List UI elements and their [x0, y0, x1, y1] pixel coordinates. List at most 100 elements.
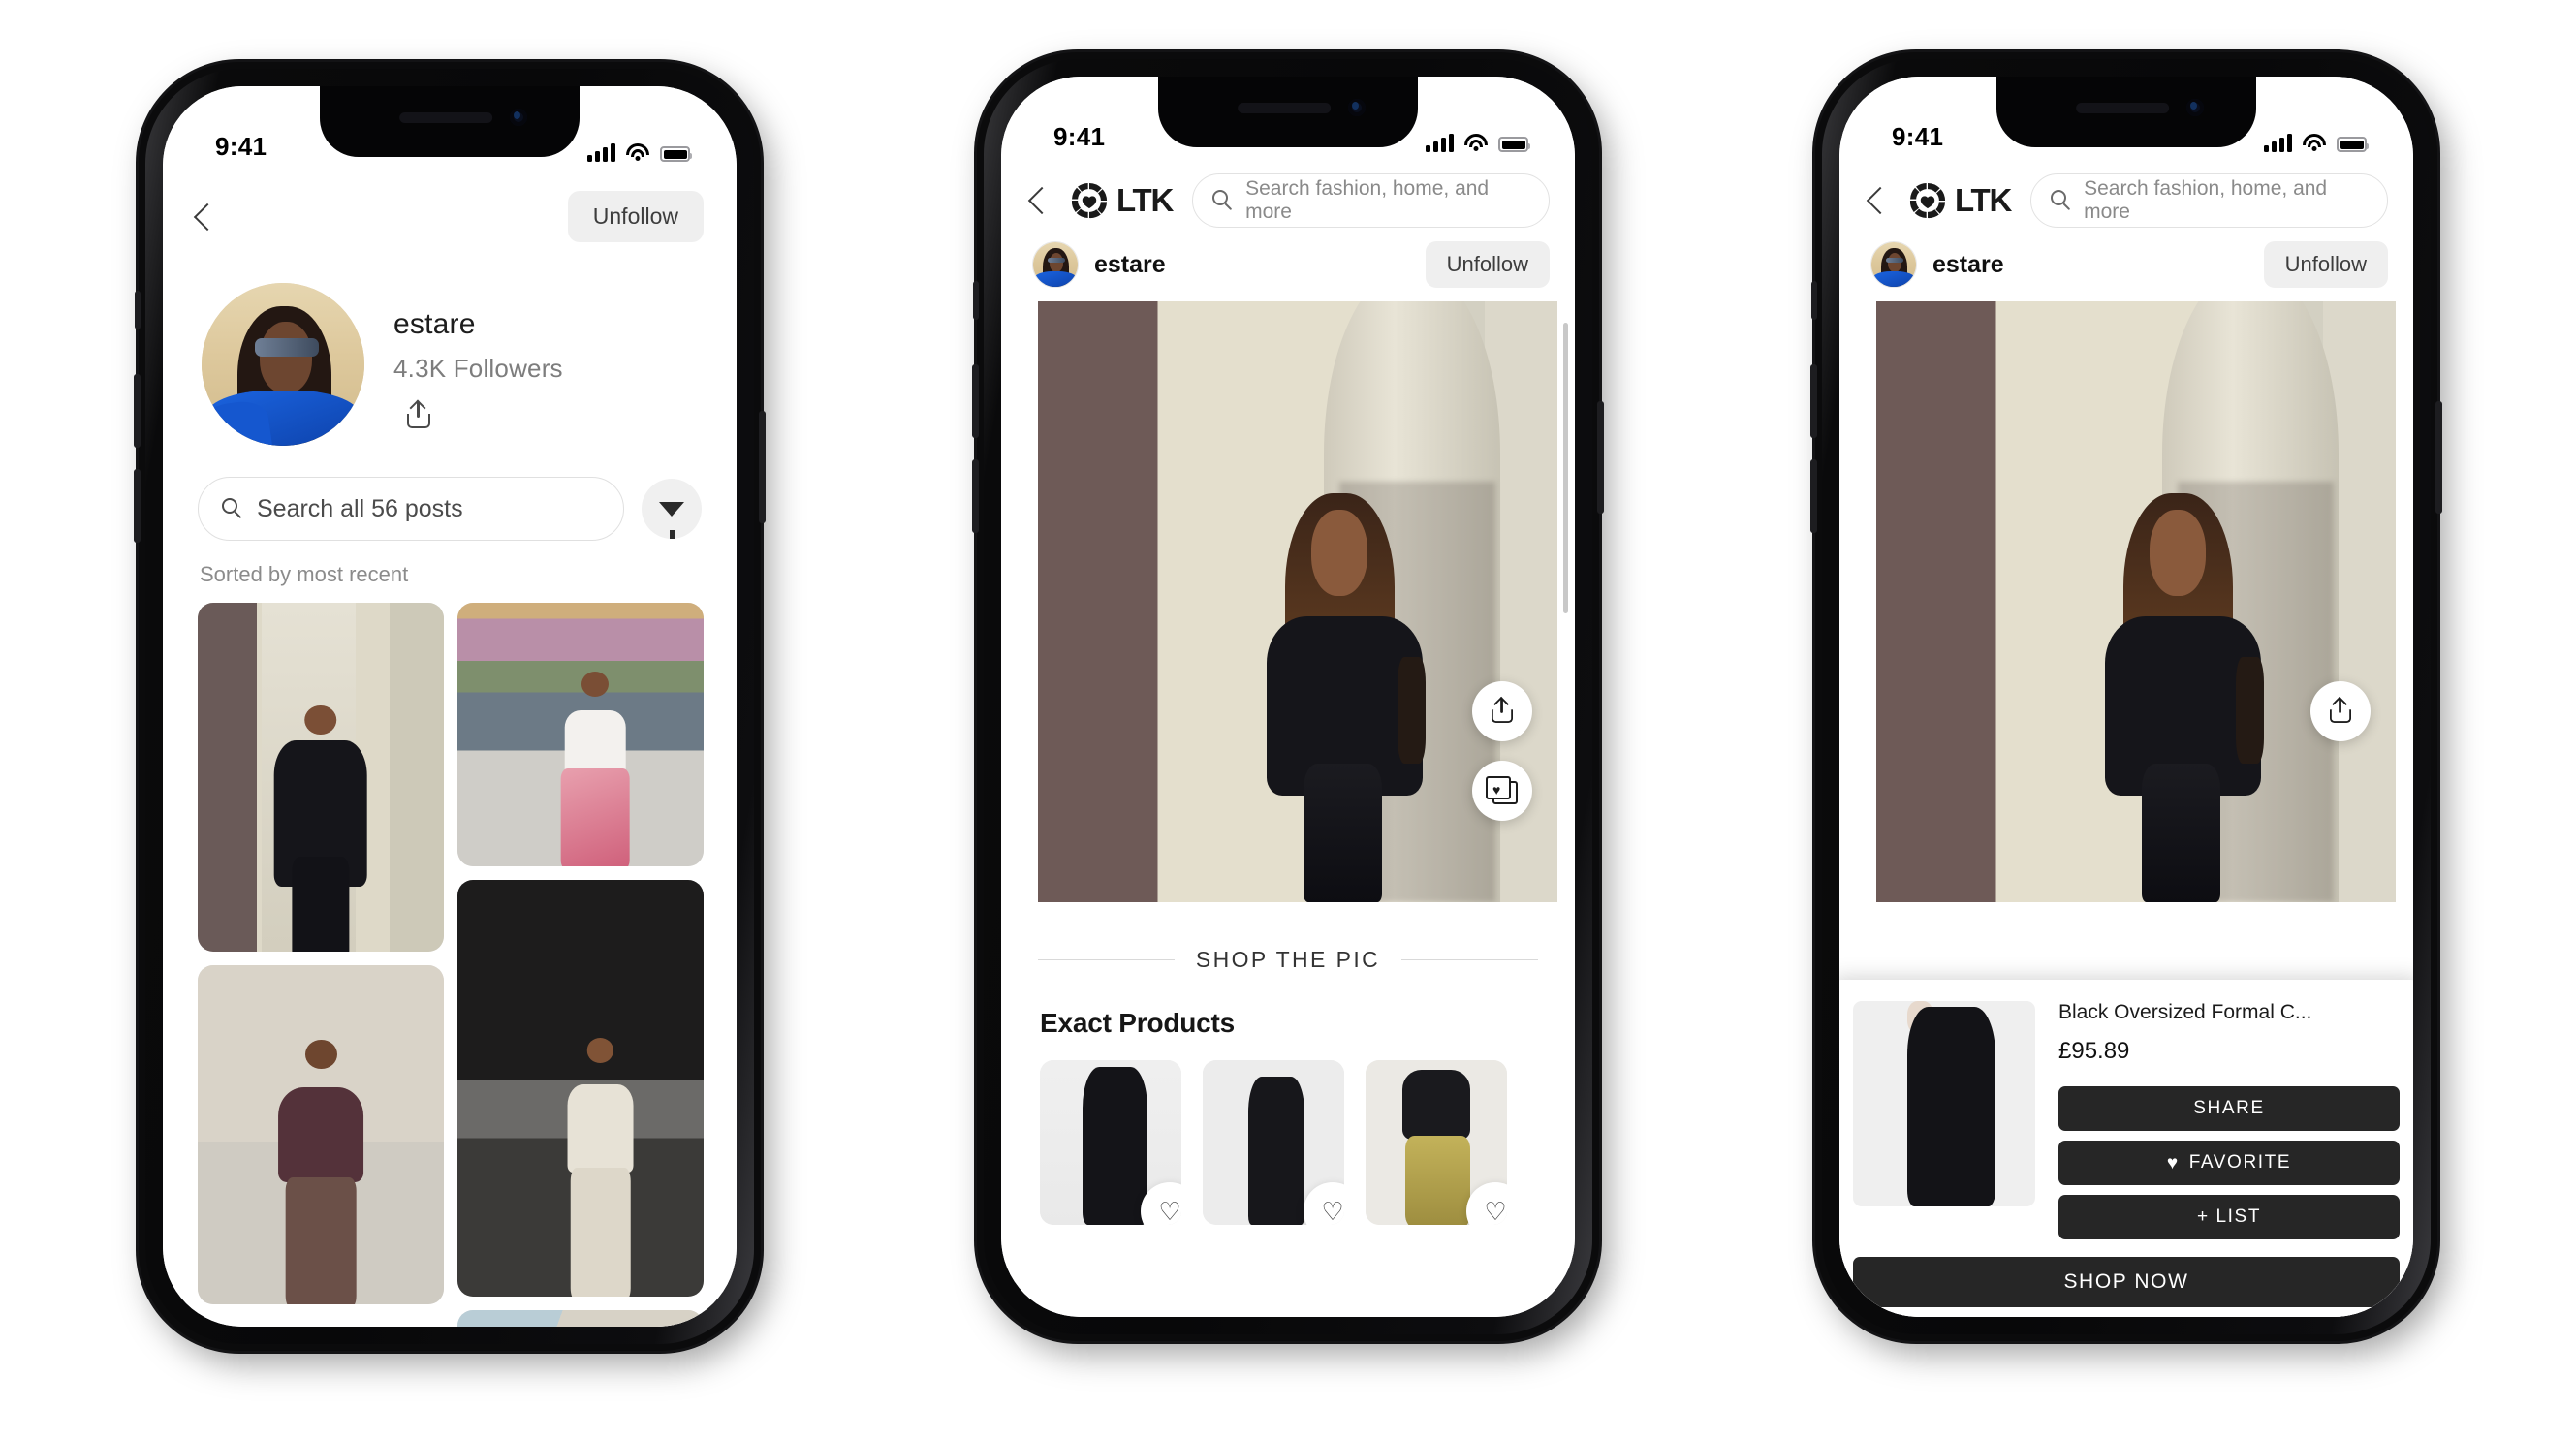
list-item[interactable]: [198, 965, 444, 1304]
creator-bar: estare Unfollow: [1001, 228, 1575, 301]
unfollow-button[interactable]: Unfollow: [567, 191, 704, 242]
volume-up-button: [1810, 364, 1817, 438]
earpiece-speaker: [2076, 103, 2170, 113]
save-to-collection-button[interactable]: ♥: [1472, 761, 1532, 821]
product-image[interactable]: [1853, 1001, 2035, 1206]
phone3-content: LTK Search fashion, home, and more estar…: [1839, 160, 2413, 1317]
unfollow-button[interactable]: Unfollow: [1425, 241, 1550, 288]
unfollow-button[interactable]: Unfollow: [2263, 241, 2388, 288]
ltk-aperture-heart-icon: [1909, 182, 1946, 219]
product-price: £95.89: [2058, 1038, 2130, 1064]
mute-switch: [1811, 281, 1817, 320]
heart-outline-icon: ♡: [1321, 1197, 1344, 1225]
exact-products-heading: Exact Products: [1040, 1008, 1236, 1038]
screenshot-canvas: 9:41 Unfollow estare 4.3K Followers Sear…: [0, 0, 2576, 1440]
phone3-screen: 9:41 LTK Search fashion, home, and more …: [1839, 77, 2413, 1317]
front-camera: [510, 109, 527, 126]
list-item[interactable]: [457, 880, 704, 1297]
phone2-content: LTK Search fashion, home, and more estar…: [1001, 160, 1575, 1317]
share-button[interactable]: [1472, 681, 1532, 741]
share-button[interactable]: SHARE: [2058, 1086, 2400, 1131]
product-action-buttons: SHARE ♥ FAVORITE + LIST: [2058, 1086, 2400, 1239]
list-item[interactable]: ♡: [1203, 1060, 1344, 1225]
power-button: [2435, 401, 2442, 514]
phone2-screen: 9:41 LTK Search fashion, home, and more …: [1001, 77, 1575, 1317]
notch: [320, 86, 580, 157]
search-icon: [1212, 190, 1234, 211]
profile-header: estare 4.3K Followers: [163, 242, 737, 446]
creator-name: estare: [1094, 250, 1166, 278]
front-camera: [1348, 99, 1366, 116]
filter-button[interactable]: [642, 479, 702, 539]
app-header: LTK Search fashion, home, and more: [1839, 160, 2413, 228]
chevron-left-icon[interactable]: [193, 203, 222, 231]
save-to-collection-icon: ♥: [1486, 776, 1519, 805]
shop-now-button[interactable]: SHOP NOW: [1853, 1257, 2400, 1307]
volume-down-button: [134, 469, 141, 543]
share-icon[interactable]: [406, 399, 431, 430]
avatar[interactable]: [1870, 241, 1917, 288]
follower-count: 4.3K Followers: [393, 354, 563, 383]
power-button: [1597, 401, 1604, 514]
favorite-button[interactable]: ♥ FAVORITE: [2058, 1141, 2400, 1185]
list-item[interactable]: [457, 1310, 704, 1327]
heart-outline-icon: ♡: [1484, 1197, 1507, 1225]
product-title: Black Oversized Formal C...: [2058, 1001, 2312, 1023]
search-icon: [2051, 190, 2072, 211]
search-placeholder: Search fashion, home, and more: [1245, 177, 1490, 223]
list-item[interactable]: ♡: [1366, 1060, 1507, 1225]
ltk-logo[interactable]: LTK: [1071, 182, 1174, 219]
favorite-label: FAVORITE: [2188, 1152, 2292, 1173]
avatar[interactable]: [202, 283, 364, 446]
post-photo-container: [1839, 301, 2413, 902]
chevron-left-icon[interactable]: [1027, 186, 1056, 215]
scrollbar[interactable]: [1563, 323, 1568, 613]
mute-switch: [135, 291, 141, 329]
search-placeholder: Search fashion, home, and more: [2084, 177, 2328, 223]
phone1-content: Unfollow estare 4.3K Followers Search al…: [163, 170, 737, 1327]
search-input[interactable]: Search fashion, home, and more: [1192, 173, 1550, 228]
app-header: LTK Search fashion, home, and more: [1001, 160, 1575, 228]
earpiece-speaker: [1238, 103, 1332, 113]
share-icon: [1491, 696, 1514, 725]
search-row: Search all 56 posts: [163, 446, 737, 541]
product-detail-info: Black Oversized Formal C... £95.89 SHARE…: [2058, 1001, 2400, 1239]
sort-label: Sorted by most recent: [200, 562, 409, 586]
shop-the-pic-label: SHOP THE PIC: [1195, 947, 1381, 972]
search-icon: [222, 498, 243, 519]
product-detail-main: Black Oversized Formal C... £95.89 SHARE…: [1853, 1001, 2400, 1239]
phone1-screen: 9:41 Unfollow estare 4.3K Followers Sear…: [163, 86, 737, 1327]
creator-identity[interactable]: estare: [1870, 241, 2004, 288]
profile-meta: estare 4.3K Followers: [393, 283, 563, 430]
search-input[interactable]: Search fashion, home, and more: [2030, 173, 2388, 228]
search-input[interactable]: Search all 56 posts: [198, 477, 624, 541]
phone-mockup-profile: 9:41 Unfollow estare 4.3K Followers Sear…: [134, 62, 766, 1351]
volume-down-button: [1810, 459, 1817, 533]
list-item[interactable]: ♡: [1040, 1060, 1181, 1225]
exact-products-list: ♡ ♡ ♡: [1001, 1039, 1575, 1225]
phone2-app: LTK Search fashion, home, and more estar…: [1001, 77, 1575, 1317]
list-item[interactable]: [198, 603, 444, 952]
post-grid: [163, 587, 737, 1327]
commissionable-link-note: Commissionable link: [1853, 1307, 2400, 1317]
notch: [1996, 77, 2256, 147]
power-button: [759, 411, 766, 523]
list-item[interactable]: [457, 603, 704, 866]
avatar[interactable]: [1032, 241, 1079, 288]
search-placeholder: Search all 56 posts: [257, 494, 463, 522]
heart-outline-icon: ♡: [1158, 1197, 1181, 1225]
share-button[interactable]: [2310, 681, 2371, 741]
front-camera: [2186, 99, 2204, 116]
chevron-left-icon[interactable]: [1866, 186, 1895, 215]
shop-the-pic-divider: SHOP THE PIC: [1001, 902, 1575, 973]
heart-filled-icon: ♥: [2166, 1152, 2180, 1174]
post-photo[interactable]: [1876, 301, 2396, 902]
creator-identity[interactable]: estare: [1032, 241, 1166, 288]
volume-up-button: [972, 364, 979, 438]
ltk-logo[interactable]: LTK: [1909, 182, 2012, 219]
post-grid-column-right: [457, 603, 704, 1327]
phone-mockup-post: 9:41 LTK Search fashion, home, and more …: [972, 52, 1604, 1341]
add-to-list-button[interactable]: + LIST: [2058, 1195, 2400, 1239]
product-detail-panel: Black Oversized Formal C... £95.89 SHARE…: [1839, 980, 2413, 1317]
phone1-topbar: Unfollow: [163, 170, 737, 242]
